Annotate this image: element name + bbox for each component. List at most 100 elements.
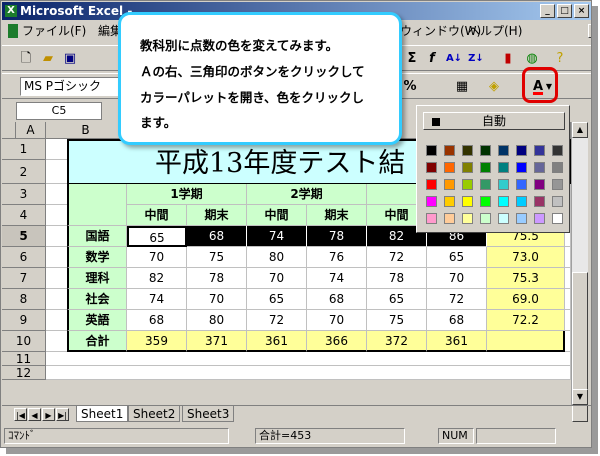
- color-swatch[interactable]: [426, 213, 437, 224]
- col-header-b[interactable]: B: [46, 122, 126, 139]
- color-swatch[interactable]: [534, 196, 545, 207]
- menu-file[interactable]: ファイル(F): [22, 21, 86, 41]
- sort-desc-icon[interactable]: Z↓: [466, 49, 486, 69]
- color-swatch[interactable]: [480, 213, 491, 224]
- row-header[interactable]: 10: [2, 331, 46, 352]
- score-cell[interactable]: 70: [247, 268, 307, 289]
- color-swatch[interactable]: [444, 196, 455, 207]
- score-cell[interactable]: 72: [367, 247, 427, 268]
- borders-icon[interactable]: ▦: [452, 77, 472, 97]
- score-cell[interactable]: 70: [307, 310, 367, 331]
- row-header[interactable]: 7: [2, 268, 46, 289]
- color-swatch[interactable]: [516, 196, 527, 207]
- last-sheet-icon[interactable]: ▶|: [56, 408, 69, 421]
- grid-row[interactable]: [46, 352, 571, 366]
- avg-cell[interactable]: 75.3: [487, 268, 565, 289]
- color-swatch[interactable]: [516, 145, 527, 156]
- next-sheet-icon[interactable]: ▶: [42, 408, 55, 421]
- color-swatch[interactable]: [462, 213, 473, 224]
- minimize-button[interactable]: _: [540, 4, 555, 18]
- color-swatch[interactable]: [462, 196, 473, 207]
- map-icon[interactable]: ◍: [522, 49, 542, 69]
- color-swatch[interactable]: [426, 179, 437, 190]
- sum-icon[interactable]: Σ: [402, 49, 422, 69]
- score-cell[interactable]: 70: [127, 247, 187, 268]
- fill-color-icon[interactable]: ◈: [484, 77, 504, 97]
- score-cell[interactable]: 65: [367, 289, 427, 310]
- color-swatch[interactable]: [498, 162, 509, 173]
- open-icon[interactable]: ▰: [38, 49, 58, 69]
- selected-score-cell[interactable]: 65: [127, 226, 187, 247]
- color-swatch[interactable]: [498, 213, 509, 224]
- total-cell[interactable]: 361: [247, 331, 307, 352]
- score-cell[interactable]: 65: [427, 247, 487, 268]
- row-header[interactable]: 12: [2, 366, 46, 380]
- total-cell[interactable]: 371: [187, 331, 247, 352]
- color-swatch[interactable]: [552, 196, 563, 207]
- color-swatch[interactable]: [462, 145, 473, 156]
- score-cell[interactable]: 72: [427, 289, 487, 310]
- score-cell[interactable]: 78: [367, 268, 427, 289]
- vertical-scrollbar[interactable]: ▲ ▼: [571, 122, 588, 422]
- color-swatch[interactable]: [480, 179, 491, 190]
- tab-sheet2[interactable]: Sheet2: [128, 406, 181, 422]
- selected-score-cell[interactable]: 68: [187, 226, 247, 247]
- tab-sheet1[interactable]: Sheet1: [76, 406, 129, 422]
- row-header[interactable]: 11: [2, 352, 46, 366]
- save-icon[interactable]: ▣: [60, 49, 80, 69]
- color-swatch[interactable]: [516, 162, 527, 173]
- menu-help[interactable]: ヘルプ(H): [468, 21, 522, 41]
- color-swatch[interactable]: [534, 162, 545, 173]
- row-header[interactable]: 5: [2, 226, 46, 247]
- color-swatch[interactable]: [444, 213, 455, 224]
- color-swatch[interactable]: [534, 213, 545, 224]
- total-avg-cell[interactable]: [487, 331, 565, 352]
- select-all-corner[interactable]: [2, 122, 16, 139]
- color-swatch[interactable]: [552, 145, 563, 156]
- color-swatch[interactable]: [516, 179, 527, 190]
- color-swatch[interactable]: [480, 196, 491, 207]
- row-header[interactable]: 1: [2, 139, 46, 160]
- color-swatch[interactable]: [426, 145, 437, 156]
- total-cell[interactable]: 359: [127, 331, 187, 352]
- color-swatch[interactable]: [498, 145, 509, 156]
- prev-sheet-icon[interactable]: ◀: [28, 408, 41, 421]
- row-header[interactable]: 6: [2, 247, 46, 268]
- color-swatch[interactable]: [462, 179, 473, 190]
- score-cell[interactable]: 72: [247, 310, 307, 331]
- sort-asc-icon[interactable]: A↓: [444, 49, 464, 69]
- scroll-up-icon[interactable]: ▲: [572, 122, 588, 138]
- color-swatch[interactable]: [480, 145, 491, 156]
- selected-score-cell[interactable]: 78: [307, 226, 367, 247]
- score-cell[interactable]: 68: [427, 310, 487, 331]
- row-header[interactable]: 4: [2, 205, 46, 226]
- score-cell[interactable]: 82: [127, 268, 187, 289]
- score-cell[interactable]: 68: [307, 289, 367, 310]
- score-cell[interactable]: 80: [247, 247, 307, 268]
- name-box[interactable]: C5: [16, 102, 102, 120]
- avg-cell[interactable]: 72.2: [487, 310, 565, 331]
- color-swatch[interactable]: [462, 162, 473, 173]
- row-header[interactable]: 9: [2, 310, 46, 331]
- color-swatch[interactable]: [516, 213, 527, 224]
- score-cell[interactable]: 74: [307, 268, 367, 289]
- color-swatch[interactable]: [552, 179, 563, 190]
- chart-wizard-icon[interactable]: ▮: [498, 49, 518, 69]
- maximize-button[interactable]: □: [557, 4, 572, 18]
- color-swatch[interactable]: [534, 179, 545, 190]
- row-header[interactable]: 8: [2, 289, 46, 310]
- selected-score-cell[interactable]: 74: [247, 226, 307, 247]
- color-swatch[interactable]: [498, 196, 509, 207]
- score-cell[interactable]: 70: [187, 289, 247, 310]
- color-swatch[interactable]: [552, 162, 563, 173]
- auto-color-button[interactable]: 自動: [423, 112, 565, 130]
- color-swatch[interactable]: [444, 179, 455, 190]
- color-swatch[interactable]: [552, 213, 563, 224]
- help-icon[interactable]: ?: [550, 49, 570, 69]
- score-cell[interactable]: 75: [187, 247, 247, 268]
- score-cell[interactable]: 68: [127, 310, 187, 331]
- percent-style-button[interactable]: %: [400, 77, 420, 97]
- tab-sheet3[interactable]: Sheet3: [182, 406, 235, 422]
- scroll-down-icon[interactable]: ▼: [572, 389, 588, 405]
- function-icon[interactable]: f: [422, 49, 442, 69]
